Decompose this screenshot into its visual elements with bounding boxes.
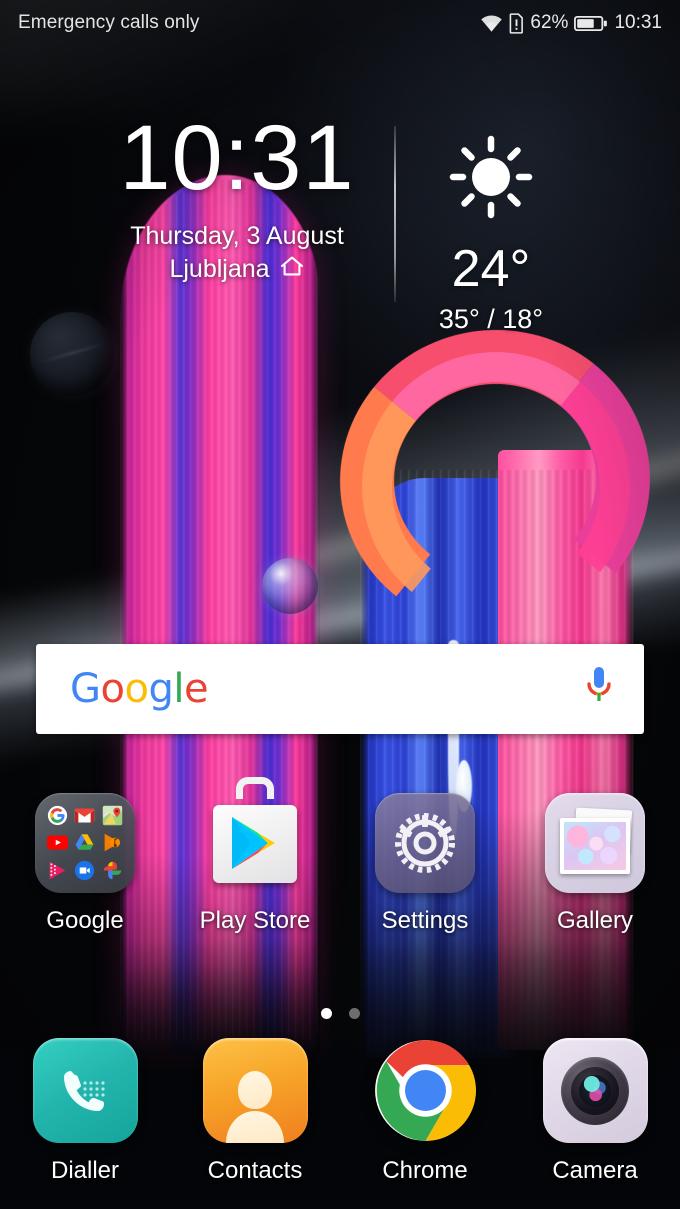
dock: Dialler Contacts Chrome Camera bbox=[0, 1038, 680, 1185]
clock-time: 10:31 bbox=[119, 107, 355, 209]
google-duo-icon bbox=[73, 859, 96, 882]
dock-label: Dialler bbox=[50, 1157, 119, 1184]
google-photos-icon bbox=[101, 859, 124, 882]
camera-lens-glass bbox=[579, 1074, 611, 1107]
gallery-tile bbox=[545, 793, 645, 893]
dock-icon-camera[interactable]: Camera bbox=[510, 1038, 680, 1185]
status-bar[interactable]: Emergency calls only 62% 10:31 bbox=[0, 0, 680, 46]
clock-city-row: Ljubljana bbox=[169, 255, 304, 284]
page-dot-1[interactable] bbox=[320, 1008, 332, 1019]
dock-label: Contacts bbox=[207, 1157, 303, 1184]
dock-label: Chrome bbox=[382, 1157, 468, 1184]
dock-label: Camera bbox=[552, 1157, 638, 1184]
google-logo: Google bbox=[70, 666, 209, 712]
home-screen: Emergency calls only 62% 10:31 10:31 Thu… bbox=[0, 0, 680, 1209]
dock-icon-dialler[interactable]: Dialler bbox=[0, 1038, 170, 1185]
google-folder-icon[interactable] bbox=[35, 793, 135, 893]
app-grid-row: Google Play Store Settings Gallery bbox=[0, 777, 680, 935]
contacts-tile bbox=[202, 1038, 308, 1143]
dialler-tile bbox=[32, 1038, 138, 1143]
wifi-icon bbox=[480, 14, 503, 33]
home-icon bbox=[279, 255, 305, 284]
microphone-icon[interactable] bbox=[584, 665, 614, 714]
app-icon-gallery[interactable]: Gallery bbox=[510, 793, 680, 935]
contacts-person-icon[interactable] bbox=[202, 1038, 308, 1143]
chrome-icon[interactable] bbox=[373, 1038, 478, 1143]
folder-preview-grid bbox=[35, 793, 135, 893]
sim-card-alert-icon bbox=[509, 12, 524, 34]
dock-icon-chrome[interactable]: Chrome bbox=[340, 1038, 510, 1185]
person-body bbox=[226, 1111, 284, 1143]
play-store-icon[interactable] bbox=[205, 777, 305, 893]
weather-high-low: 35° / 18° bbox=[438, 304, 544, 334]
clock-city-label: Ljubljana bbox=[169, 255, 270, 283]
gallery-photo-image bbox=[564, 822, 626, 870]
clock-weather-widget[interactable]: 10:31 Thursday, 3 August Ljubljana 24° 3… bbox=[0, 112, 680, 335]
google-search-bar[interactable]: Google bbox=[36, 644, 644, 734]
camera-lens-icon[interactable] bbox=[542, 1038, 648, 1143]
play-store-bag bbox=[213, 805, 297, 883]
play-music-icon bbox=[101, 831, 124, 854]
page-indicator bbox=[0, 1008, 680, 1019]
app-icon-play-store[interactable]: Play Store bbox=[170, 777, 340, 935]
camera-lens-outer bbox=[561, 1056, 629, 1125]
settings-tile bbox=[375, 793, 475, 893]
app-icon-settings[interactable]: Settings bbox=[340, 793, 510, 935]
clock-date: Thursday, 3 August bbox=[130, 222, 344, 250]
youtube-icon bbox=[46, 831, 69, 854]
google-maps-icon bbox=[101, 804, 124, 827]
phone-icon[interactable] bbox=[32, 1038, 138, 1143]
status-bar-clock: 10:31 bbox=[614, 12, 662, 33]
play-store-bag-handle bbox=[236, 777, 274, 799]
app-label: Google bbox=[46, 907, 124, 934]
weather-temperature: 24° bbox=[451, 240, 531, 298]
gallery-icon[interactable] bbox=[545, 793, 645, 893]
google-search-icon bbox=[46, 804, 69, 827]
weather-widget[interactable]: 24° 35° / 18° bbox=[396, 112, 586, 335]
settings-gear-icon[interactable] bbox=[375, 793, 475, 893]
camera-lens-mid bbox=[571, 1066, 619, 1115]
google-drive-icon bbox=[73, 831, 96, 854]
camera-tile bbox=[542, 1038, 648, 1143]
app-icon-google-folder[interactable]: Google bbox=[0, 793, 170, 935]
gmail-icon bbox=[73, 804, 96, 827]
app-label: Play Store bbox=[199, 907, 311, 934]
app-label: Settings bbox=[381, 907, 469, 934]
battery-icon bbox=[574, 14, 608, 33]
battery-percent-label: 62% bbox=[530, 12, 569, 33]
gallery-photo-front bbox=[560, 818, 630, 874]
person-silhouette bbox=[226, 1069, 284, 1143]
page-dot-2[interactable] bbox=[348, 1008, 360, 1019]
app-label: Gallery bbox=[556, 907, 634, 934]
person-head bbox=[238, 1071, 272, 1109]
sunny-icon bbox=[448, 134, 534, 225]
play-movies-icon bbox=[46, 859, 69, 882]
clock-widget[interactable]: 10:31 Thursday, 3 August Ljubljana bbox=[94, 112, 394, 284]
carrier-label: Emergency calls only bbox=[18, 12, 200, 33]
dock-icon-contacts[interactable]: Contacts bbox=[170, 1038, 340, 1185]
